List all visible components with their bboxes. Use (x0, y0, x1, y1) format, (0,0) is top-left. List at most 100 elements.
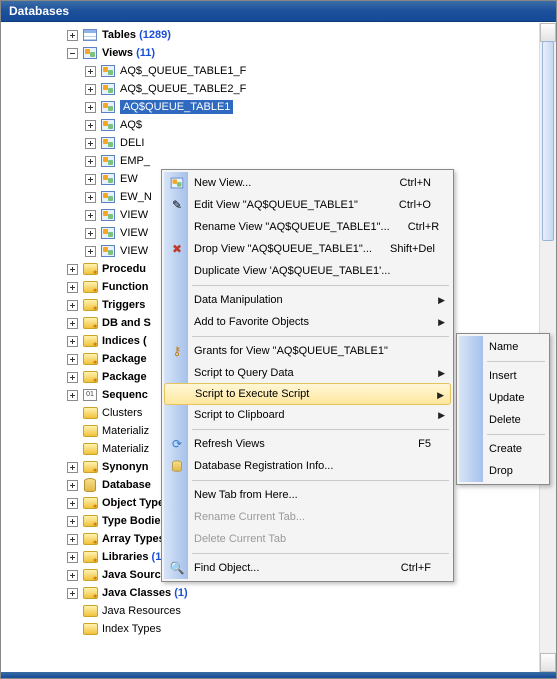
node-label: Tables (1289) (102, 29, 171, 41)
tree-view-item[interactable]: AQ$_QUEUE_TABLE2_F (83, 80, 556, 98)
menu-rename-tab: Rename Current Tab... (164, 506, 451, 528)
scroll-thumb[interactable] (542, 41, 554, 241)
menu-edit-view[interactable]: ✎ Edit View "AQ$QUEUE_TABLE1"Ctrl+O (164, 194, 451, 216)
expand-icon[interactable] (67, 318, 78, 329)
node-label: Package (102, 371, 147, 383)
bottom-bar (1, 672, 556, 678)
submenu-name[interactable]: Name (459, 336, 547, 358)
node-label: Java Classes (1) (102, 587, 188, 599)
expand-icon (67, 408, 78, 419)
node-label: Java Resources (102, 605, 181, 617)
expand-icon[interactable] (85, 102, 96, 113)
expand-icon[interactable] (85, 120, 96, 131)
menu-reg-info[interactable]: Database Registration Info... (164, 455, 451, 477)
menu-drop-view[interactable]: ✖ Drop View "AQ$QUEUE_TABLE1"...Shift+De… (164, 238, 451, 260)
expand-icon[interactable] (85, 228, 96, 239)
submenu-arrow-icon: ▶ (438, 368, 445, 379)
tree-node-views[interactable]: Views (11) (65, 44, 556, 62)
tree-node-index-types[interactable]: Index Types (65, 620, 556, 638)
tree-view-item-selected[interactable]: AQ$QUEUE_TABLE1 (83, 98, 556, 116)
view-icon (100, 153, 116, 169)
view-icon (168, 174, 186, 192)
database-icon (82, 477, 98, 493)
folder-gear-icon (82, 279, 98, 295)
expand-icon[interactable] (85, 174, 96, 185)
expand-icon[interactable] (67, 354, 78, 365)
menu-add-favorite[interactable]: Add to Favorite Objects▶ (164, 311, 451, 333)
expand-icon[interactable] (67, 336, 78, 347)
expand-icon[interactable] (67, 588, 78, 599)
view-icon (100, 117, 116, 133)
expand-icon[interactable] (67, 264, 78, 275)
folder-gear-icon (82, 567, 98, 583)
node-label: AQ$QUEUE_TABLE1 (120, 100, 233, 114)
expand-icon[interactable] (85, 210, 96, 221)
node-label: EW_N (120, 191, 152, 203)
menu-new-view[interactable]: New View...Ctrl+N (164, 172, 451, 194)
folder-gear-icon (82, 585, 98, 601)
menu-separator (487, 361, 545, 362)
expand-icon[interactable] (85, 156, 96, 167)
expand-icon[interactable] (85, 66, 96, 77)
expand-icon[interactable] (85, 192, 96, 203)
submenu-delete[interactable]: Delete (459, 409, 547, 431)
folder-icon (82, 621, 98, 637)
expand-icon[interactable] (85, 84, 96, 95)
menu-script-query[interactable]: Script to Query Data▶ (164, 362, 451, 384)
menu-rename-view[interactable]: Rename View "AQ$QUEUE_TABLE1"...Ctrl+R (164, 216, 451, 238)
tree-node-java-resources[interactable]: Java Resources (65, 602, 556, 620)
expand-icon[interactable] (67, 534, 78, 545)
expand-icon[interactable] (67, 372, 78, 383)
menu-separator (192, 480, 449, 481)
context-menu: New View...Ctrl+N ✎ Edit View "AQ$QUEUE_… (161, 169, 454, 582)
submenu-insert[interactable]: Insert (459, 365, 547, 387)
menu-new-tab[interactable]: New Tab from Here... (164, 484, 451, 506)
expand-icon[interactable] (85, 138, 96, 149)
collapse-icon[interactable] (67, 48, 78, 59)
submenu-update[interactable]: Update (459, 387, 547, 409)
menu-refresh[interactable]: ⟳ Refresh ViewsF5 (164, 433, 451, 455)
menu-grants[interactable]: ⚷ Grants for View "AQ$QUEUE_TABLE1" (164, 340, 451, 362)
expand-icon[interactable] (85, 246, 96, 257)
menu-script-execute[interactable]: Script to Execute Script▶ (164, 383, 451, 405)
folder-gear-icon (82, 369, 98, 385)
expand-icon[interactable] (67, 498, 78, 509)
menu-separator (192, 429, 449, 430)
expand-icon[interactable] (67, 516, 78, 527)
folder-gear-icon (82, 459, 98, 475)
menu-duplicate-view[interactable]: Duplicate View 'AQ$QUEUE_TABLE1'... (164, 260, 451, 282)
tree-node-tables[interactable]: Tables (1289) (65, 26, 556, 44)
node-label: Database (102, 479, 151, 491)
folder-icon (82, 405, 98, 421)
submenu-create[interactable]: Create (459, 438, 547, 460)
folder-icon (82, 423, 98, 439)
expand-icon[interactable] (67, 300, 78, 311)
menu-script-clipboard[interactable]: Script to Clipboard▶ (164, 404, 451, 426)
tree-view-item[interactable]: DELI (83, 134, 556, 152)
tree-view-item[interactable]: EMP_ (83, 152, 556, 170)
menu-data-manipulation[interactable]: Data Manipulation▶ (164, 289, 451, 311)
node-label: VIEW (120, 227, 148, 239)
view-icon (100, 99, 116, 115)
tree-node-java-classes[interactable]: Java Classes (1) (65, 584, 556, 602)
expand-icon[interactable] (67, 282, 78, 293)
view-icon (100, 81, 116, 97)
node-label: DB and S (102, 317, 151, 329)
folder-gear-icon (82, 513, 98, 529)
expand-icon[interactable] (67, 390, 78, 401)
expand-icon[interactable] (67, 30, 78, 41)
expand-icon[interactable] (67, 570, 78, 581)
expand-icon (67, 624, 78, 635)
expand-icon[interactable] (67, 552, 78, 563)
view-icon (100, 243, 116, 259)
folder-gear-icon (82, 351, 98, 367)
submenu-drop[interactable]: Drop (459, 460, 547, 482)
menu-find-object[interactable]: 🔍 Find Object...Ctrl+F (164, 557, 451, 579)
database-icon (168, 457, 186, 475)
expand-icon[interactable] (67, 462, 78, 473)
table-icon (82, 27, 98, 43)
tree-view-item[interactable]: AQ$ (83, 116, 556, 134)
expand-icon[interactable] (67, 480, 78, 491)
tree-view-item[interactable]: AQ$_QUEUE_TABLE1_F (83, 62, 556, 80)
menu-delete-tab: Delete Current Tab (164, 528, 451, 550)
